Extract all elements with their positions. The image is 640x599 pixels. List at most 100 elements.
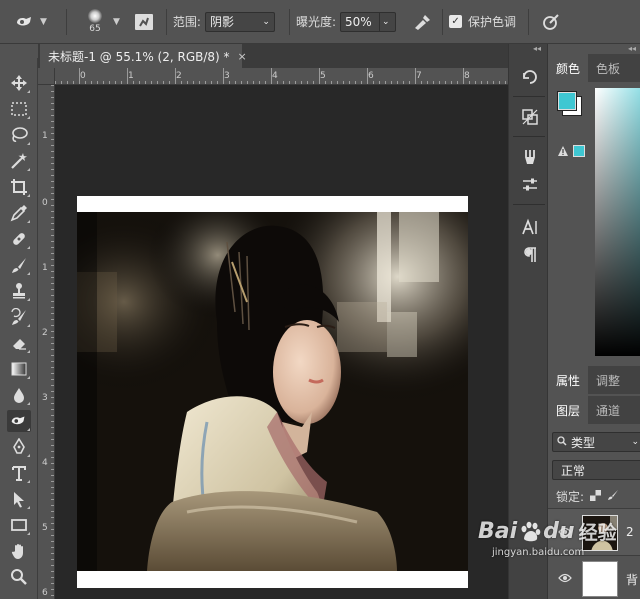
chevron-down-icon[interactable]: ▼ (113, 17, 120, 27)
tab-properties[interactable]: 属性 (548, 366, 589, 394)
divider (513, 96, 545, 97)
tool-preset-picker[interactable]: ▼ (0, 14, 60, 30)
tab-swatches[interactable]: 色板 (588, 54, 628, 82)
zoom-icon[interactable] (7, 566, 31, 588)
tab-channels[interactable]: 通道 (588, 396, 628, 424)
brand-suffix: 经验 (578, 522, 617, 544)
ruler-label: 4 (42, 458, 48, 468)
lock-label: 锁定: (556, 490, 585, 504)
ruler-label: 4 (272, 71, 278, 81)
eraser-icon[interactable] (7, 332, 31, 354)
chevron-down-icon: ⌄ (262, 16, 270, 27)
magic-wand-icon[interactable] (7, 150, 31, 172)
chevron-down-icon: ▼ (40, 16, 47, 27)
hand-icon[interactable] (7, 540, 31, 562)
chevron-down-icon: ⌄ (382, 16, 390, 27)
options-bar: ▼ 65 ▼ 范围: 阴影 ⌄ 曝光度: 50% ⌄ ✓ 保护色调 (0, 0, 640, 44)
ruler-label: 5 (320, 71, 326, 81)
lasso-icon[interactable] (7, 124, 31, 146)
exposure-input[interactable]: 50% (340, 11, 381, 32)
tools-panel (0, 58, 38, 599)
blend-mode-select[interactable]: 正常 (552, 460, 640, 480)
blend-mode-value: 正常 (561, 463, 586, 478)
ruler-label: 1 (42, 131, 48, 141)
photo-layer-image (77, 212, 468, 571)
brush-settings-icon[interactable] (134, 13, 154, 31)
range-select[interactable]: 阴影 ⌄ (204, 11, 275, 32)
ruler-label: 6 (42, 588, 48, 598)
document-title: 未标题-1 @ 55.1% (2, RGB/8) * (48, 49, 230, 64)
crop-icon[interactable] (7, 176, 31, 198)
type-icon[interactable] (7, 462, 31, 484)
color-panel (548, 82, 640, 362)
document-canvas[interactable] (77, 196, 468, 588)
collapse-dock-icon[interactable]: ◂◂ (533, 44, 541, 53)
range-value: 阴影 (209, 15, 234, 29)
ruler-tick (127, 68, 128, 84)
rectangle-icon[interactable] (7, 514, 31, 536)
brush-size: 65 (89, 24, 101, 34)
ruler-label: 2 (42, 328, 48, 338)
lock-transparent-pixels-icon[interactable] (590, 489, 602, 504)
baidu-logo: Bai du 经验 (478, 518, 640, 545)
ruler-label: 7 (416, 71, 422, 81)
lock-image-pixels-icon[interactable] (607, 489, 619, 504)
ruler-label: 3 (42, 393, 48, 403)
brush-preset-picker[interactable]: 65 (81, 9, 109, 34)
history-panel-icon[interactable] (519, 66, 541, 88)
paragraph-panel-icon[interactable] (519, 244, 541, 266)
collapsed-panels-dock: ◂◂ (508, 44, 548, 599)
brush-presets-icon[interactable] (519, 146, 541, 168)
tab-color[interactable]: 颜色 (548, 54, 589, 82)
horizontal-ruler: 0 1 2 3 4 5 6 7 8 (38, 68, 508, 85)
protect-tones-checkbox[interactable]: ✓ (449, 15, 463, 28)
character-panel-icon[interactable] (519, 216, 541, 238)
burn-icon[interactable] (7, 410, 31, 432)
move-icon[interactable] (7, 72, 31, 94)
marquee-icon[interactable] (7, 98, 31, 120)
ruler-label: 8 (464, 71, 470, 81)
eyedropper-icon[interactable] (7, 202, 31, 224)
clone-stamp-icon[interactable] (7, 280, 31, 302)
adjustments-sliders-icon[interactable] (519, 174, 541, 196)
color-picker-field[interactable] (595, 88, 640, 356)
chevron-down-icon: ⌄ (631, 437, 639, 447)
collapse-panels-icon[interactable]: ◂◂ (628, 44, 636, 53)
gamut-color-swatch[interactable] (573, 145, 585, 157)
close-icon[interactable]: × (238, 50, 247, 63)
ruler-tick (223, 68, 224, 84)
exposure-slider-button[interactable]: ⌄ (380, 11, 397, 32)
exposure-value: 50% (345, 14, 372, 29)
document-tab[interactable]: 未标题-1 @ 55.1% (2, RGB/8) * × (40, 44, 247, 68)
airbrush-icon[interactable] (412, 13, 432, 31)
path-select-icon[interactable] (7, 488, 31, 510)
paw-icon (518, 520, 542, 544)
foreground-color-swatch[interactable] (557, 91, 577, 111)
out-of-gamut-warning-icon[interactable] (557, 145, 569, 160)
layer-filter-select[interactable]: 类型 ⌄ (552, 432, 640, 452)
blur-icon[interactable] (7, 384, 31, 406)
ruler-tick (415, 68, 416, 84)
range-label: 范围: (172, 15, 201, 29)
search-icon (557, 435, 567, 449)
canvas-area[interactable] (55, 85, 508, 599)
pressure-icon[interactable] (541, 13, 561, 31)
divider (165, 8, 167, 35)
pen-icon[interactable] (7, 436, 31, 458)
exposure-label: 曝光度: (295, 15, 337, 29)
ruler-tick (79, 68, 80, 84)
brush-icon[interactable] (7, 254, 31, 276)
layer-comps-icon[interactable] (519, 106, 541, 128)
tab-adjustments[interactable]: 调整 (588, 366, 628, 394)
history-brush-icon[interactable] (7, 306, 31, 328)
tab-layers[interactable]: 图层 (548, 396, 589, 424)
divider (288, 8, 290, 35)
divider (513, 204, 545, 205)
gradient-icon[interactable] (7, 358, 31, 380)
ruler-tick (175, 68, 176, 84)
healing-brush-icon[interactable] (7, 228, 31, 250)
ruler-label: 5 (42, 523, 48, 533)
brand-text: Bai (478, 519, 518, 544)
properties-panel-tabs: 属性 调整 (548, 366, 640, 394)
right-panels: ◂◂ 颜色 色板 属性 调整 图层 通道 类型 ⌄ 正常 锁定: 2 背 (548, 44, 640, 599)
